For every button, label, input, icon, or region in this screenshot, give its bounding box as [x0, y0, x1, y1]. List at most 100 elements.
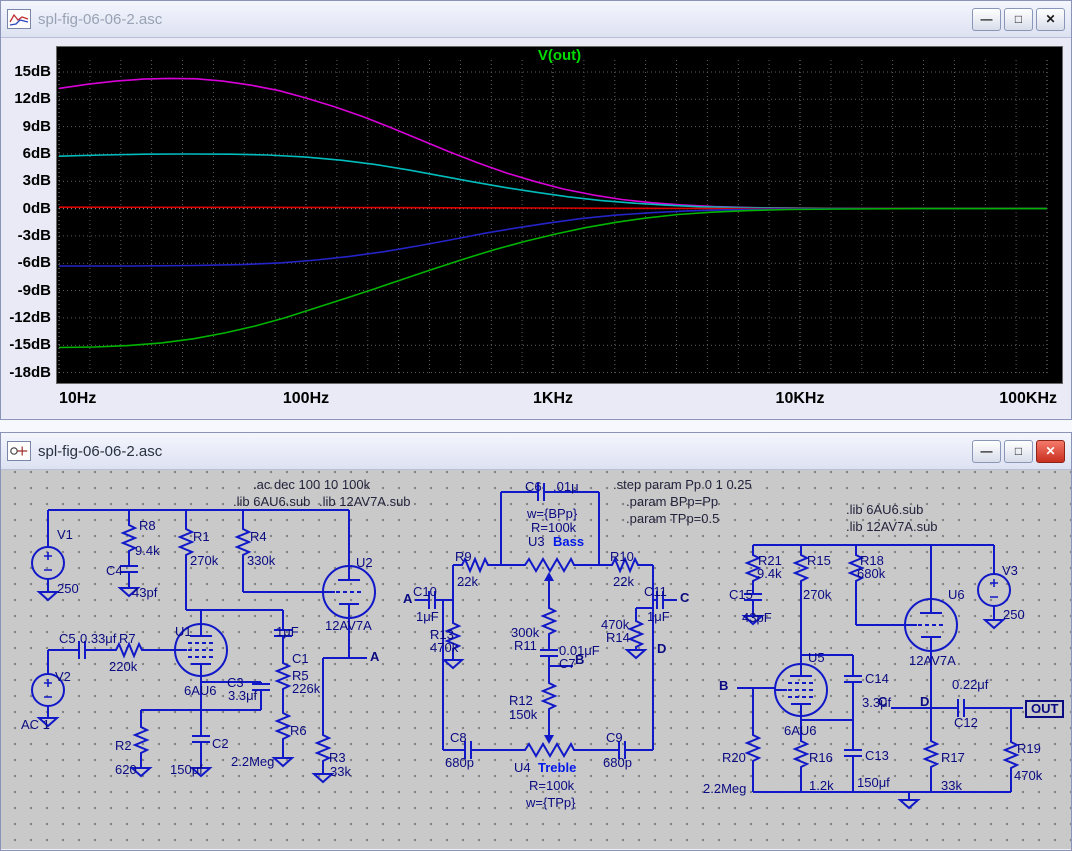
spice-directive[interactable]: .lib 12AV7A.sub: [319, 495, 411, 509]
component-label[interactable]: 620: [115, 763, 137, 777]
component-label[interactable]: AC 1: [21, 718, 50, 732]
spice-directive[interactable]: .param BPp=Pp: [626, 495, 718, 509]
node-flag[interactable]: B: [719, 679, 728, 693]
component-label[interactable]: R2: [115, 739, 132, 753]
component-label[interactable]: 22k: [457, 575, 478, 589]
component-label[interactable]: U4: [514, 761, 531, 775]
component-label[interactable]: 1μF: [276, 625, 299, 639]
component-label[interactable]: 250: [1003, 608, 1025, 622]
component-label[interactable]: C1: [292, 652, 309, 666]
node-flag[interactable]: B: [575, 653, 584, 667]
output-port[interactable]: OUT: [1025, 700, 1064, 718]
component-label[interactable]: 150k: [509, 708, 537, 722]
component-label[interactable]: 33k: [330, 765, 351, 779]
component-label[interactable]: V2: [55, 670, 71, 684]
component-label[interactable]: R1: [193, 530, 210, 544]
component-label[interactable]: 680p: [603, 756, 632, 770]
component-label[interactable]: 6AU6: [184, 684, 217, 698]
component-label[interactable]: 9.4k: [135, 544, 160, 558]
component-label[interactable]: 270k: [803, 588, 831, 602]
component-label[interactable]: U1: [175, 625, 192, 639]
component-label[interactable]: R7: [119, 632, 136, 646]
spice-directive[interactable]: .lib 6AU6.sub: [846, 503, 923, 517]
node-flag[interactable]: D: [657, 642, 666, 656]
component-label[interactable]: 2.2Meg: [231, 755, 274, 769]
component-label[interactable]: 1μF: [647, 610, 670, 624]
component-label[interactable]: R6: [290, 724, 307, 738]
component-label[interactable]: 33k: [941, 779, 962, 793]
component-label[interactable]: 3.3μf: [228, 689, 257, 703]
component-label[interactable]: 250: [57, 582, 79, 596]
component-label[interactable]: 226k: [292, 682, 320, 696]
component-label[interactable]: 12AV7A: [909, 654, 956, 668]
component-label[interactable]: 270k: [190, 554, 218, 568]
close-button[interactable]: ✕: [1036, 440, 1065, 463]
component-label[interactable]: 22k: [613, 575, 634, 589]
maximize-button[interactable]: □: [1004, 440, 1033, 463]
component-label[interactable]: R10: [610, 550, 634, 564]
component-label[interactable]: R8: [139, 519, 156, 533]
component-label[interactable]: C14: [865, 672, 889, 686]
component-label[interactable]: 12AV7A: [325, 619, 372, 633]
component-label[interactable]: R20: [722, 751, 746, 765]
spice-directive[interactable]: .lib 12AV7A.sub: [846, 520, 938, 534]
component-label[interactable]: C10: [413, 585, 437, 599]
component-label[interactable]: R4: [250, 530, 267, 544]
component-label[interactable]: 680p: [445, 756, 474, 770]
component-label[interactable]: 0.22μf: [952, 678, 988, 692]
component-label[interactable]: 1.2k: [809, 779, 834, 793]
component-label[interactable]: 150μf: [857, 776, 890, 790]
component-label[interactable]: V3: [1002, 564, 1018, 578]
component-label[interactable]: 1μF: [416, 610, 439, 624]
component-label[interactable]: U6: [948, 588, 965, 602]
spice-directive[interactable]: .ac dec 100 10 100k: [253, 478, 370, 492]
component-label[interactable]: C9: [606, 731, 623, 745]
component-label[interactable]: C6: [525, 480, 542, 494]
component-label[interactable]: 220k: [109, 660, 137, 674]
component-label[interactable]: 470k: [430, 641, 458, 655]
component-label[interactable]: C2: [212, 737, 229, 751]
minimize-button[interactable]: —: [972, 8, 1001, 31]
spice-directive[interactable]: .lib 6AU6.sub: [233, 495, 310, 509]
component-label[interactable]: R15: [807, 554, 831, 568]
component-label[interactable]: C7: [559, 657, 576, 671]
component-label[interactable]: C11: [644, 585, 667, 599]
component-label[interactable]: C8: [450, 731, 467, 745]
pot-port-label[interactable]: Bass: [553, 535, 584, 549]
component-label[interactable]: C5: [59, 632, 76, 646]
pot-port-label[interactable]: Treble: [538, 761, 576, 775]
plot-area[interactable]: V(out) 15dB12dB9dB6dB3dB0dB-3dB-6dB-9dB-…: [1, 38, 1071, 418]
component-label[interactable]: U3: [528, 535, 545, 549]
node-flag[interactable]: C: [878, 695, 887, 709]
component-label[interactable]: C12: [954, 716, 978, 730]
close-button[interactable]: ✕: [1036, 8, 1065, 31]
component-label[interactable]: C13: [865, 749, 889, 763]
component-label[interactable]: 0.33μf: [80, 632, 116, 646]
component-label[interactable]: U2: [356, 556, 373, 570]
minimize-button[interactable]: —: [972, 440, 1001, 463]
schematic-canvas[interactable]: .ac dec 100 10 100k .lib 6AU6.sub .lib 12A…: [1, 470, 1071, 849]
component-label[interactable]: w={TPp}: [526, 796, 576, 810]
component-label[interactable]: 6AU6: [784, 724, 817, 738]
node-flag[interactable]: A: [403, 592, 412, 606]
spice-directive[interactable]: .step param Pp 0 1 0.25: [613, 478, 752, 492]
component-label[interactable]: 43pf: [132, 586, 157, 600]
component-label[interactable]: U5: [808, 651, 825, 665]
component-label[interactable]: C4: [106, 564, 123, 578]
maximize-button[interactable]: □: [1004, 8, 1033, 31]
waveform-titlebar[interactable]: spl-fig-06-06-2.asc — □ ✕: [1, 1, 1071, 38]
component-label[interactable]: R=100k: [529, 779, 574, 793]
component-label[interactable]: 680k: [857, 567, 885, 581]
component-label[interactable]: 2.2Meg: [703, 782, 746, 796]
node-flag[interactable]: D: [920, 695, 929, 709]
node-flag[interactable]: C: [680, 591, 689, 605]
spice-directive[interactable]: .param TPp=0.5: [626, 512, 719, 526]
component-label[interactable]: 150μf: [170, 763, 203, 777]
schematic-titlebar[interactable]: spl-fig-06-06-2.asc — □ ✕: [1, 433, 1071, 470]
component-label[interactable]: 330k: [247, 554, 275, 568]
component-label[interactable]: R14: [606, 631, 630, 645]
component-label[interactable]: 470k: [1014, 769, 1042, 783]
component-label[interactable]: R19: [1017, 742, 1041, 756]
component-label[interactable]: 43pF: [742, 611, 772, 625]
component-label[interactable]: C15: [729, 588, 753, 602]
